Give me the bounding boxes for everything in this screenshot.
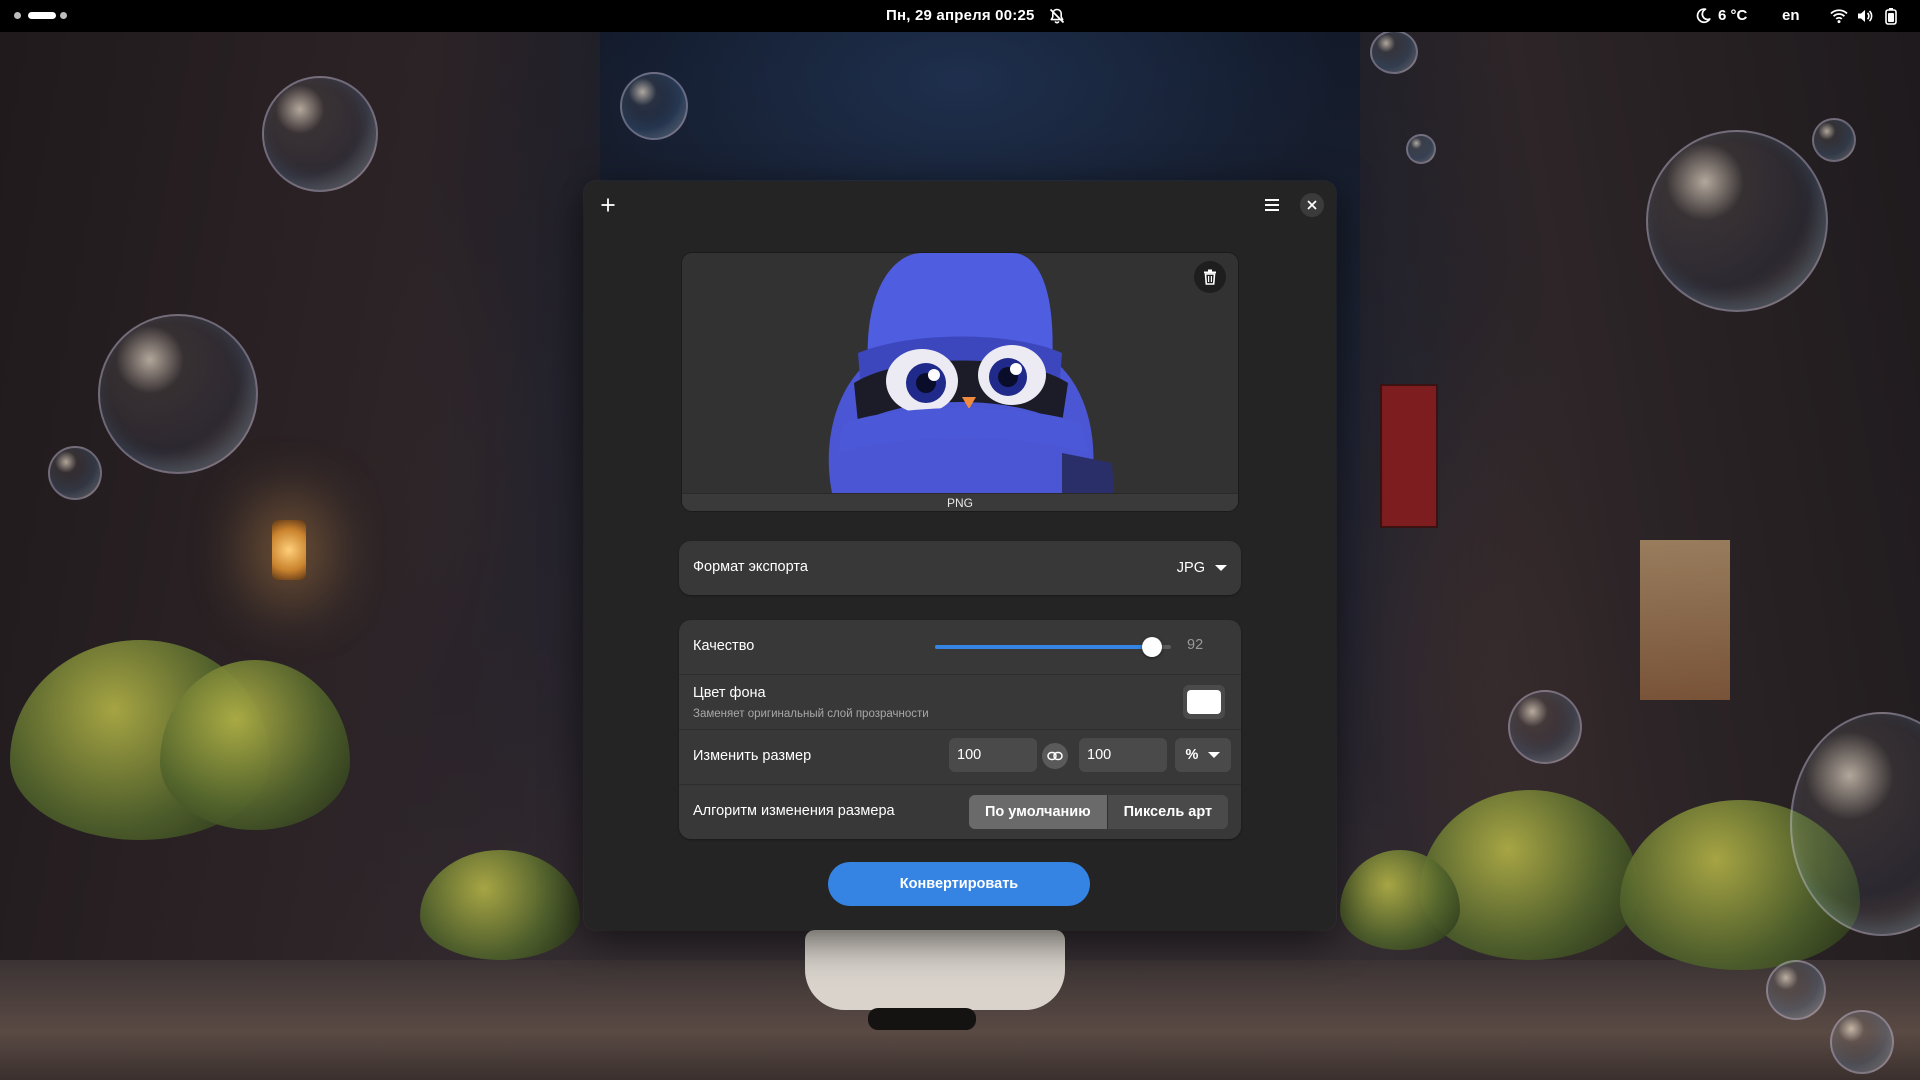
color-swatch [1187,690,1221,714]
weather-night-icon[interactable] [1694,7,1712,25]
notifications-off-icon [1049,8,1065,24]
wallpaper-bubble [1406,134,1436,164]
resize-unit-dropdown[interactable]: % [1175,738,1231,772]
wallpaper-bubble [620,72,688,140]
algorithm-pixel-art-toggle[interactable]: Пиксель арт [1106,795,1229,829]
main-menu-button[interactable] [1256,189,1288,221]
wallpaper-bubble [1646,130,1828,312]
keyboard-layout[interactable]: en [1782,0,1800,32]
wallpaper-bubble [1812,118,1856,162]
resize-algorithm-toggle: По умолчанию Пиксель арт [969,795,1229,829]
background-color-row: Цвет фона Заменяет оригинальный слой про… [679,674,1241,730]
wallpaper-figure [805,930,1065,1010]
preview-image [682,253,1238,493]
wallpaper-bubble [98,314,258,474]
wallpaper-lamp [272,520,306,580]
close-window-button[interactable] [1300,193,1324,217]
remove-image-button[interactable] [1194,261,1226,293]
resize-row: Изменить размер 100 100 % [679,729,1241,785]
export-format-group: Формат экспорта JPG [679,541,1241,595]
wallpaper-bubble [1830,1010,1894,1074]
wallpaper-bubble [1370,30,1418,74]
resize-algorithm-row: Алгоритм изменения размера По умолчанию … [679,784,1241,839]
converter-window: PNG Формат экспорта JPG Качество 92 Цвет… [584,181,1336,930]
image-preview: PNG [682,253,1238,511]
image-format-caption: PNG [682,493,1238,511]
resize-unit-value: % [1185,747,1199,763]
wallpaper-figure-shoe [912,1008,976,1030]
link-icon [1047,751,1063,761]
plus-icon [601,198,615,212]
chevron-down-icon [1208,752,1221,758]
export-format-value: JPG [1176,560,1205,576]
weather-temperature[interactable]: 6 °C [1718,0,1747,32]
header-bar [584,181,1336,229]
resize-label: Изменить размер [693,748,812,764]
close-icon [1307,200,1317,210]
export-format-label: Формат экспорта [693,559,808,575]
workspace-dot-active[interactable] [28,12,56,19]
trash-icon [1204,269,1216,285]
resize-width-input[interactable]: 100 [949,738,1037,772]
quality-label: Качество [693,638,755,654]
hamburger-menu-icon [1265,199,1279,211]
wallpaper-bubble [48,446,102,500]
background-color-subtitle: Заменяет оригинальный слой прозрачности [693,708,929,720]
wallpaper-sign [1380,384,1438,528]
quality-value: 92 [1187,637,1204,653]
resize-algorithm-label: Алгоритм изменения размера [693,803,895,819]
export-format-dropdown[interactable]: JPG [1177,541,1227,595]
wallpaper-bubble [1766,960,1826,1020]
chevron-down-icon [1215,565,1227,571]
wifi-icon[interactable] [1830,7,1848,25]
wallpaper-bubble [262,76,378,192]
workspace-dot[interactable] [14,12,21,19]
convert-button[interactable]: Конвертировать [828,862,1090,906]
quality-slider[interactable] [935,637,1171,657]
quality-slider-fill [935,645,1153,649]
battery-icon[interactable] [1882,7,1900,25]
resize-height-input[interactable]: 100 [1079,738,1167,772]
background-color-label: Цвет фона [693,685,766,701]
quality-slider-knob[interactable] [1142,637,1163,657]
add-image-button[interactable] [592,189,624,221]
link-aspect-ratio-button[interactable] [1042,743,1068,769]
workspace-dot[interactable] [60,12,67,19]
quality-row: Качество 92 [679,620,1241,674]
clock[interactable]: Пн, 29 апреля 00:25 [886,0,1035,32]
algorithm-default-toggle[interactable]: По умолчанию [969,795,1107,829]
export-format-row[interactable]: Формат экспорта JPG [679,541,1241,595]
wallpaper-lit-window [1640,540,1730,700]
volume-icon[interactable] [1856,7,1874,25]
options-group: Качество 92 Цвет фона Заменяет оригиналь… [679,620,1241,839]
wallpaper-bubble [1508,690,1582,764]
top-bar: Пн, 29 апреля 00:25 6 °C en [0,0,1920,32]
background-color-button[interactable] [1183,685,1225,719]
